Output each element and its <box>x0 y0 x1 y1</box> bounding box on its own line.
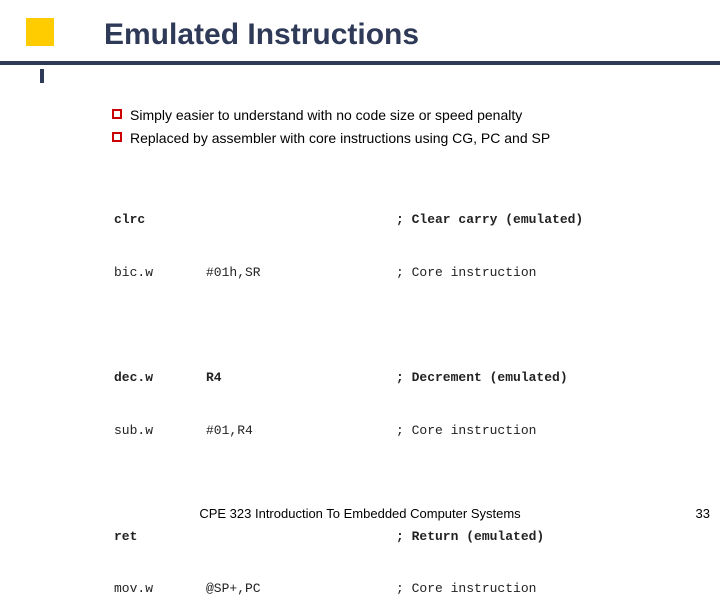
code-comment: ; Clear carry (emulated) <box>396 211 583 229</box>
code-comment: ; Core instruction <box>396 580 536 598</box>
code-args: #01,R4 <box>206 422 396 440</box>
code-comment: ; Core instruction <box>396 422 536 440</box>
code-args <box>206 528 396 546</box>
bullet-item: Replaced by assembler with core instruct… <box>112 129 672 148</box>
code-args <box>206 211 396 229</box>
code-instr: ret <box>114 528 206 546</box>
bullet-text: Simply easier to understand with no code… <box>130 106 522 125</box>
slide-footer: CPE 323 Introduction To Embedded Compute… <box>0 506 720 526</box>
code-block: clrc ; Clear carry (emulated) bic.w#01h,S… <box>114 176 684 616</box>
bullet-icon <box>112 109 122 119</box>
code-args: @SP+,PC <box>206 580 396 598</box>
slide-title: Emulated Instructions <box>104 18 419 52</box>
accent-box <box>26 18 54 46</box>
code-row-core: mov.w@SP+,PC; Core instruction <box>114 580 684 598</box>
code-comment: ; Core instruction <box>396 264 536 282</box>
title-underline-tick <box>40 69 44 83</box>
code-row-emulated: ret ; Return (emulated) <box>114 528 684 546</box>
code-instr: bic.w <box>114 264 206 282</box>
code-comment: ; Decrement (emulated) <box>396 369 568 387</box>
code-row-emulated: clrc ; Clear carry (emulated) <box>114 211 684 229</box>
bullet-icon <box>112 132 122 142</box>
code-row-core: bic.w#01h,SR; Core instruction <box>114 264 684 282</box>
code-instr: mov.w <box>114 580 206 598</box>
code-comment: ; Return (emulated) <box>396 528 544 546</box>
bullet-text: Replaced by assembler with core instruct… <box>130 129 550 148</box>
code-args: R4 <box>206 369 396 387</box>
bullet-item: Simply easier to understand with no code… <box>112 106 672 125</box>
footer-course: CPE 323 Introduction To Embedded Compute… <box>199 506 520 521</box>
title-underline <box>0 61 720 65</box>
bullet-list: Simply easier to understand with no code… <box>112 106 672 152</box>
code-row-core: sub.w#01,R4; Core instruction <box>114 422 684 440</box>
code-instr: dec.w <box>114 369 206 387</box>
code-instr: sub.w <box>114 422 206 440</box>
code-args: #01h,SR <box>206 264 396 282</box>
code-instr: clrc <box>114 211 206 229</box>
code-row-emulated: dec.wR4; Decrement (emulated) <box>114 369 684 387</box>
footer-page-number: 33 <box>696 506 710 521</box>
